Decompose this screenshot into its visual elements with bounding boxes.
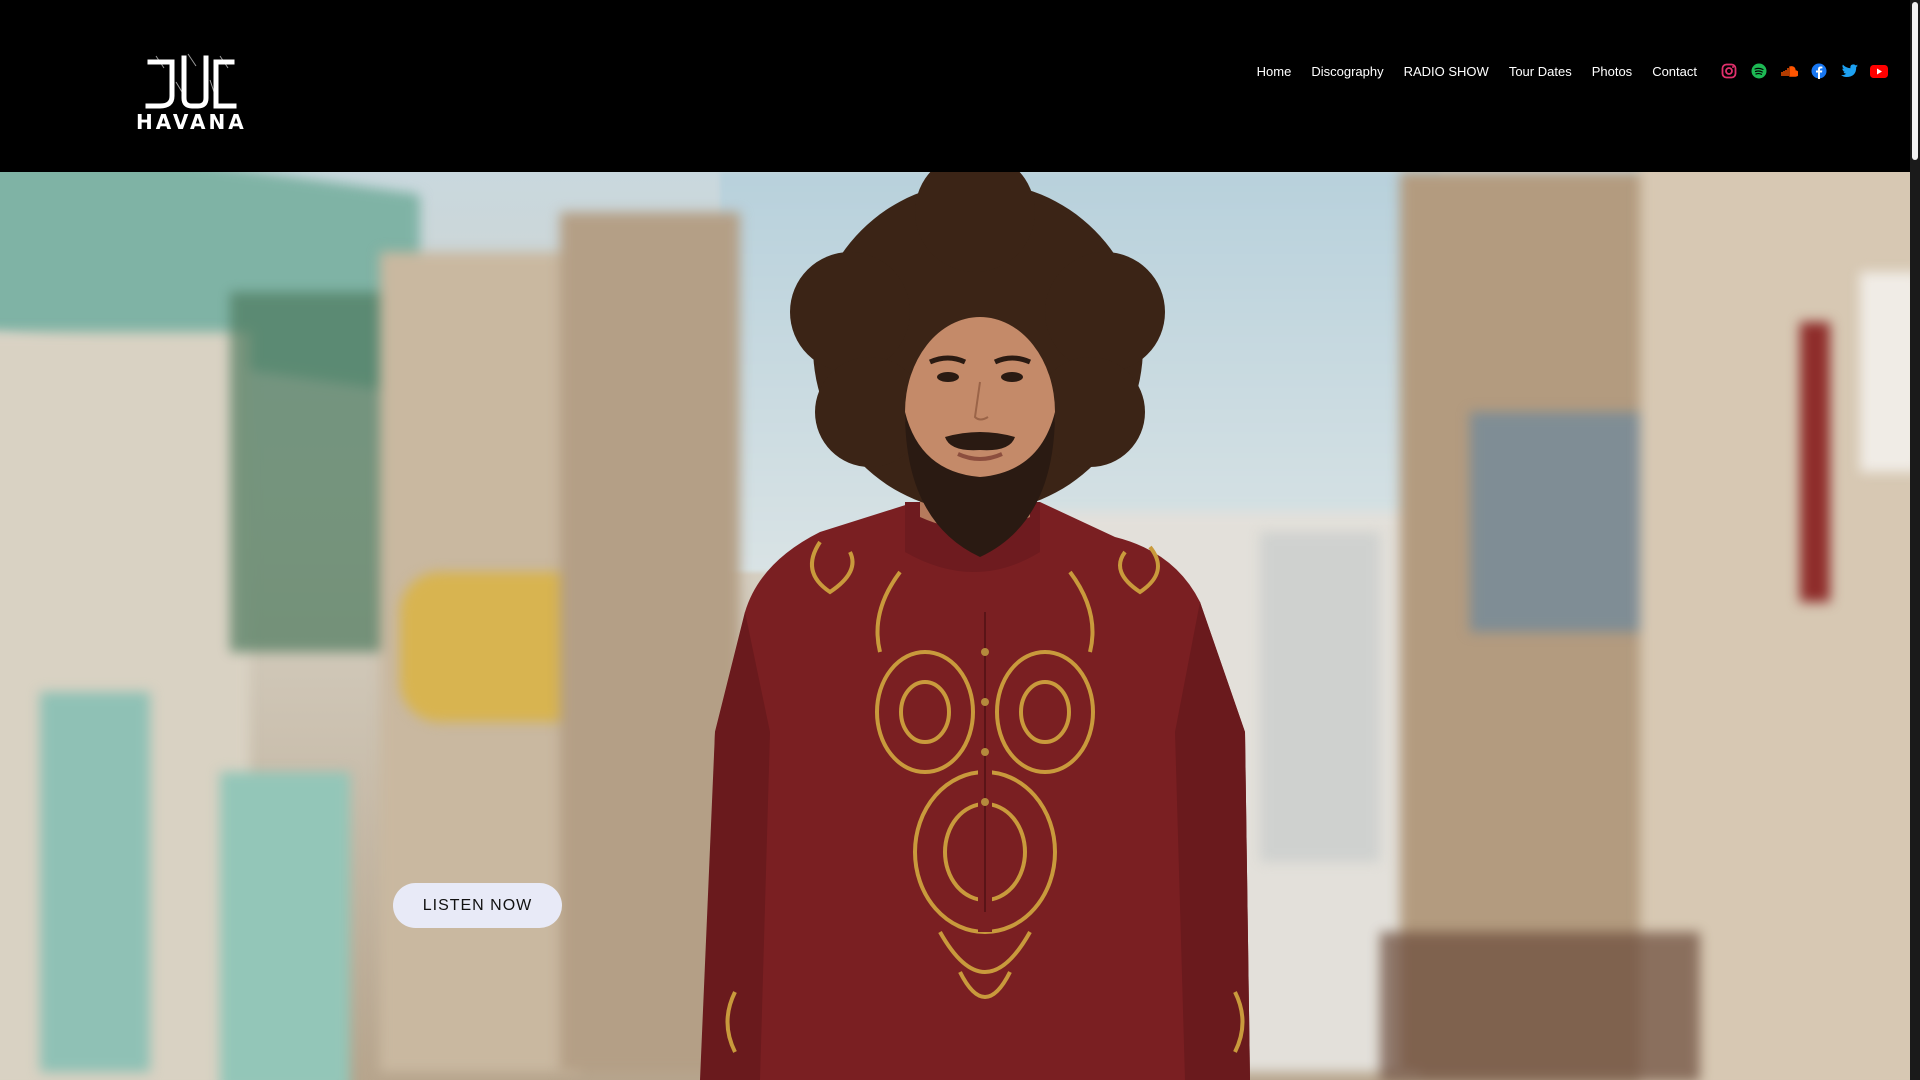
social-bar [1720,62,1888,80]
instagram-icon[interactable] [1720,62,1738,80]
logo-wordmark: HAVANA [136,110,247,134]
page-scrollbar[interactable] [1910,0,1920,1080]
hero-image: LISTEN NOW [0,172,1910,1080]
soundcloud-icon[interactable] [1780,62,1798,80]
page: HAVANA Home Discography RADIO SHOW Tour … [0,0,1920,1080]
facebook-icon[interactable] [1810,62,1828,80]
twitter-icon[interactable] [1840,62,1858,80]
listen-now-button[interactable]: LISTEN NOW [393,883,562,928]
nav-item-radio-show[interactable]: RADIO SHOW [1404,64,1489,79]
site-logo[interactable]: HAVANA [136,52,247,134]
nav-item-discography[interactable]: Discography [1311,64,1383,79]
nav-item-contact[interactable]: Contact [1652,64,1697,79]
site-header: HAVANA Home Discography RADIO SHOW Tour … [0,0,1910,172]
scrollbar-thumb[interactable] [1912,2,1918,160]
nav-item-tour-dates[interactable]: Tour Dates [1509,64,1572,79]
main-nav: Home Discography RADIO SHOW Tour Dates P… [1237,61,1697,81]
youtube-icon[interactable] [1870,62,1888,80]
nav-item-home[interactable]: Home [1257,64,1292,79]
spotify-icon[interactable] [1750,62,1768,80]
logo-mark-icon [145,53,237,109]
nav-item-photos[interactable]: Photos [1592,64,1632,79]
artist-photo [700,172,1250,1080]
